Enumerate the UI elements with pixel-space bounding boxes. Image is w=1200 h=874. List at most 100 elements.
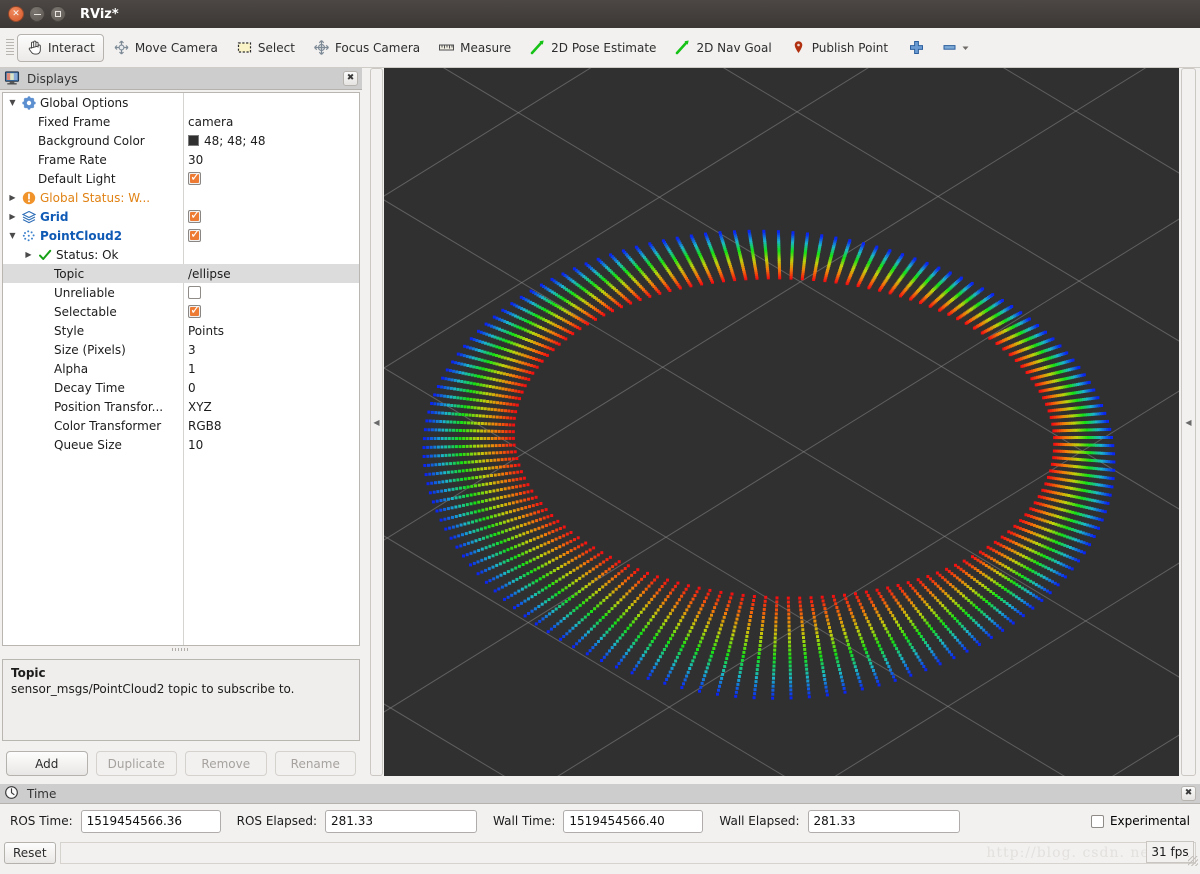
- display-property-row[interactable]: ▼ Global Options: [3, 93, 359, 112]
- expand-arrow-closed-icon[interactable]: ▶: [23, 250, 34, 259]
- wall-elapsed-input[interactable]: 281.33: [807, 809, 960, 833]
- display-property-row[interactable]: ▶ Unreliable: [3, 283, 359, 302]
- property-label: Status: Ok: [56, 247, 119, 262]
- chevron-down-icon[interactable]: [961, 39, 970, 56]
- remove-tool-button[interactable]: [936, 34, 975, 62]
- property-value-cell[interactable]: 0: [183, 381, 196, 395]
- expand-arrow-open-icon[interactable]: ▼: [7, 98, 18, 107]
- help-body: sensor_msgs/PointCloud2 topic to subscri…: [11, 682, 295, 696]
- expand-arrow-open-icon[interactable]: ▼: [7, 231, 18, 240]
- display-property-row[interactable]: ▶ Frame Rate 30: [3, 150, 359, 169]
- display-property-row[interactable]: ▶ Color Transformer RGB8: [3, 416, 359, 435]
- tool-select[interactable]: Select: [227, 34, 304, 62]
- tool-measure[interactable]: Measure: [429, 34, 520, 62]
- rename-display-button[interactable]: Rename: [274, 751, 356, 776]
- property-name-cell: ▶ Unreliable: [3, 286, 183, 300]
- display-property-row[interactable]: ▶ Global Status: W...: [3, 188, 359, 207]
- property-checkbox[interactable]: [188, 303, 202, 318]
- display-property-row[interactable]: ▶ Topic/ellipse: [3, 264, 359, 283]
- tool-move-camera[interactable]: Move Camera: [104, 34, 227, 62]
- property-value-cell[interactable]: RGB8: [183, 419, 222, 433]
- toolbar-drag-handle[interactable]: [6, 38, 14, 57]
- property-value-cell[interactable]: [183, 227, 202, 242]
- property-value-cell[interactable]: [183, 286, 201, 299]
- property-value-cell[interactable]: 3: [183, 343, 196, 357]
- right-dock-collapse-handle[interactable]: ◀: [1181, 68, 1196, 776]
- add-display-button[interactable]: Add: [6, 751, 88, 776]
- property-name-cell: ▶ Fixed Frame: [3, 115, 183, 129]
- display-property-row[interactable]: ▶ Background Color 48; 48; 48: [3, 131, 359, 150]
- property-value-text: 10: [188, 437, 204, 452]
- remove-display-button[interactable]: Remove: [185, 751, 267, 776]
- property-value-cell[interactable]: 10: [183, 438, 203, 452]
- tool-2d-pose-estimate[interactable]: 2D Pose Estimate: [520, 34, 665, 62]
- displays-button-row: Add Duplicate Remove Rename: [0, 741, 362, 784]
- property-value-cell[interactable]: Points: [183, 324, 224, 338]
- arrow-spacer: ▶: [23, 136, 34, 145]
- property-value-cell[interactable]: 48; 48; 48: [183, 134, 266, 148]
- displays-tree[interactable]: ▼ Global Options ▶ Fixed Frame camera ▶ Backgr…: [2, 92, 360, 646]
- window-maximize-button[interactable]: [50, 6, 66, 22]
- property-checkbox[interactable]: [188, 286, 201, 299]
- property-checkbox[interactable]: [188, 208, 202, 223]
- window-minimize-button[interactable]: [29, 6, 45, 22]
- window-resize-grip[interactable]: [1188, 856, 1198, 866]
- display-property-row[interactable]: ▶ Default Light: [3, 169, 359, 188]
- time-panel-close-button[interactable]: ✖: [1181, 786, 1196, 801]
- window-close-button[interactable]: ✕: [8, 6, 24, 22]
- display-property-row[interactable]: ▶ Position Transfor... XYZ: [3, 397, 359, 416]
- display-property-row[interactable]: ▶ Selectable: [3, 302, 359, 321]
- property-value-cell[interactable]: [183, 170, 202, 185]
- tool-interact[interactable]: Interact: [17, 33, 104, 62]
- property-value-cell[interactable]: /ellipse: [183, 267, 231, 281]
- expand-arrow-closed-icon[interactable]: ▶: [7, 212, 18, 221]
- panel-splitter[interactable]: [0, 646, 362, 653]
- point-cloud-scene: [384, 68, 1179, 776]
- color-swatch[interactable]: [188, 135, 199, 146]
- displays-panel-close-button[interactable]: ✖: [343, 71, 358, 86]
- property-label: Style: [54, 323, 85, 338]
- property-name-cell: ▶ Decay Time: [3, 381, 183, 395]
- display-property-row[interactable]: ▶ Queue Size 10: [3, 435, 359, 454]
- property-label: Topic: [54, 266, 85, 281]
- display-property-row[interactable]: ▶ Status: Ok: [3, 245, 359, 264]
- experimental-toggle[interactable]: Experimental: [1090, 814, 1190, 828]
- add-tool-button[interactable]: [897, 34, 936, 62]
- display-property-row[interactable]: ▶ Decay Time 0: [3, 378, 359, 397]
- property-name-cell: ▶ Selectable: [3, 305, 183, 319]
- property-checkbox[interactable]: [188, 170, 202, 185]
- display-property-row[interactable]: ▶ Style Points: [3, 321, 359, 340]
- property-label: Unreliable: [54, 285, 115, 300]
- select-rectangle-icon: [236, 39, 253, 56]
- experimental-checkbox[interactable]: [1090, 814, 1104, 828]
- property-checkbox[interactable]: [188, 227, 202, 242]
- display-property-row[interactable]: ▼ PointCloud2: [3, 226, 359, 245]
- reset-button[interactable]: Reset: [4, 842, 56, 864]
- property-label: PointCloud2: [40, 228, 123, 243]
- property-value-cell[interactable]: [183, 303, 202, 318]
- tool-publish-point[interactable]: Publish Point: [781, 34, 897, 62]
- property-value-cell[interactable]: [183, 208, 202, 223]
- display-property-row[interactable]: ▶ Grid: [3, 207, 359, 226]
- property-name-cell: ▶ Queue Size: [3, 438, 183, 452]
- duplicate-display-button[interactable]: Duplicate: [95, 751, 177, 776]
- property-value-cell[interactable]: camera: [183, 115, 233, 129]
- ros-elapsed-input[interactable]: 281.33: [325, 809, 478, 833]
- pose-arrow-icon: [529, 39, 546, 56]
- display-property-row[interactable]: ▶ Fixed Frame camera: [3, 112, 359, 131]
- left-dock-collapse-handle[interactable]: ◀: [370, 68, 383, 776]
- tool-2d-nav-goal[interactable]: 2D Nav Goal: [665, 34, 780, 62]
- property-value-cell[interactable]: XYZ: [183, 400, 212, 414]
- property-name-cell: ▶ Status: Ok: [3, 248, 183, 262]
- render-view-3d[interactable]: [384, 68, 1179, 776]
- property-value-cell[interactable]: 1: [183, 362, 196, 376]
- property-value-cell[interactable]: 30: [183, 153, 203, 167]
- expand-arrow-closed-icon[interactable]: ▶: [7, 193, 18, 202]
- display-property-row[interactable]: ▶ Alpha 1: [3, 359, 359, 378]
- ros-time-input[interactable]: 1519454566.36: [80, 809, 221, 833]
- wall-time-input[interactable]: 1519454566.40: [563, 809, 704, 833]
- display-property-row[interactable]: ▶ Size (Pixels) 3: [3, 340, 359, 359]
- focus-camera-icon: [313, 39, 330, 56]
- property-label: Selectable: [54, 304, 117, 319]
- tool-focus-camera[interactable]: Focus Camera: [304, 34, 429, 62]
